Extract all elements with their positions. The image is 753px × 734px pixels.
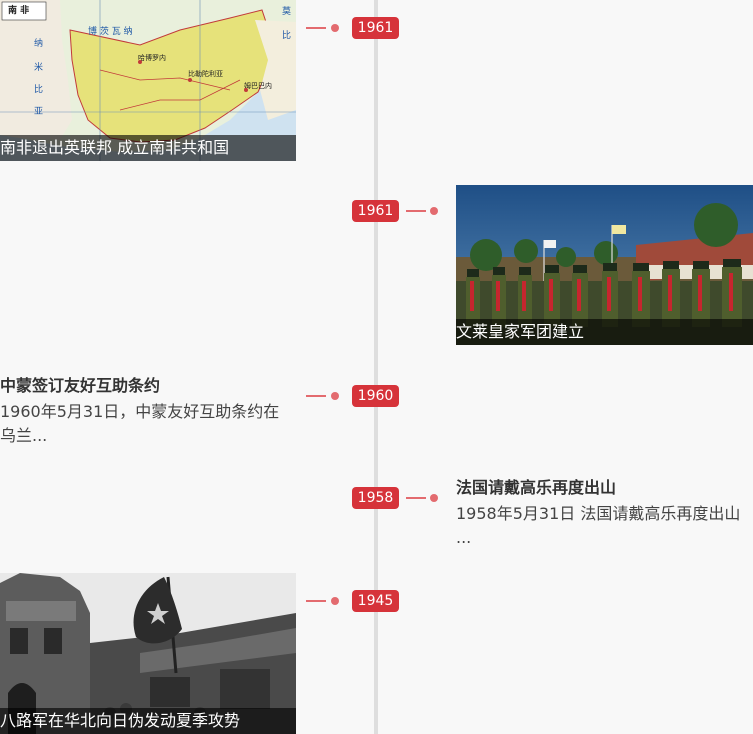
event-caption[interactable]: 文莱皇家军团建立	[456, 319, 753, 345]
event-image-card[interactable]: 八路军在华北向日伪发动夏季攻势	[0, 573, 296, 734]
connector-dash	[306, 395, 326, 397]
event-description[interactable]: 1960年5月31日，中蒙友好互助条约在乌兰...	[0, 400, 290, 448]
timeline-line	[374, 0, 378, 734]
map-label-mozambique2: 比	[282, 29, 291, 41]
map-label-namibia2: 米	[34, 61, 43, 73]
year-badge[interactable]: 1945	[352, 590, 399, 612]
event-caption[interactable]: 八路军在华北向日伪发动夏季攻势	[0, 708, 296, 734]
map-label-namibia3: 比	[34, 83, 43, 95]
map-label-namibia: 纳	[34, 37, 43, 49]
event-title[interactable]: 法国请戴高乐再度出山	[456, 474, 616, 498]
year-badge[interactable]: 1961	[352, 17, 399, 39]
connector-dash	[406, 210, 426, 212]
event-title[interactable]: 中蒙签订友好互助条约	[0, 372, 160, 396]
map-label-city2: 哈博罗内	[138, 53, 166, 62]
connector-dash	[406, 497, 426, 499]
map-label-mozambique: 莫	[282, 5, 291, 17]
year-badge[interactable]: 1961	[352, 200, 399, 222]
connector-dot	[331, 24, 339, 32]
event-image-card[interactable]: 南 非 博 茨 瓦 纳 纳 米 比 亚 比勒陀利亚 哈博罗内 姆巴巴内 莫 比 …	[0, 0, 296, 161]
map-label-botswana: 博 茨 瓦 纳	[88, 25, 133, 37]
event-description[interactable]: 1958年5月31日 法国请戴高乐再度出山 ...	[456, 502, 748, 550]
connector-dot	[430, 494, 438, 502]
connector-dot	[331, 392, 339, 400]
map-label-city1: 比勒陀利亚	[188, 69, 223, 78]
year-badge[interactable]: 1958	[352, 487, 399, 509]
year-badge[interactable]: 1960	[352, 385, 399, 407]
map-label-city3: 姆巴巴内	[244, 81, 272, 90]
connector-dash	[306, 600, 326, 602]
map-label-country: 南 非	[8, 4, 29, 16]
connector-dash	[306, 27, 326, 29]
connector-dot	[331, 597, 339, 605]
connector-dot	[430, 207, 438, 215]
map-label-namibia4: 亚	[34, 106, 43, 117]
event-caption[interactable]: 南非退出英联邦 成立南非共和国	[0, 135, 296, 161]
event-image-card[interactable]: 文莱皇家军团建立	[456, 185, 753, 345]
